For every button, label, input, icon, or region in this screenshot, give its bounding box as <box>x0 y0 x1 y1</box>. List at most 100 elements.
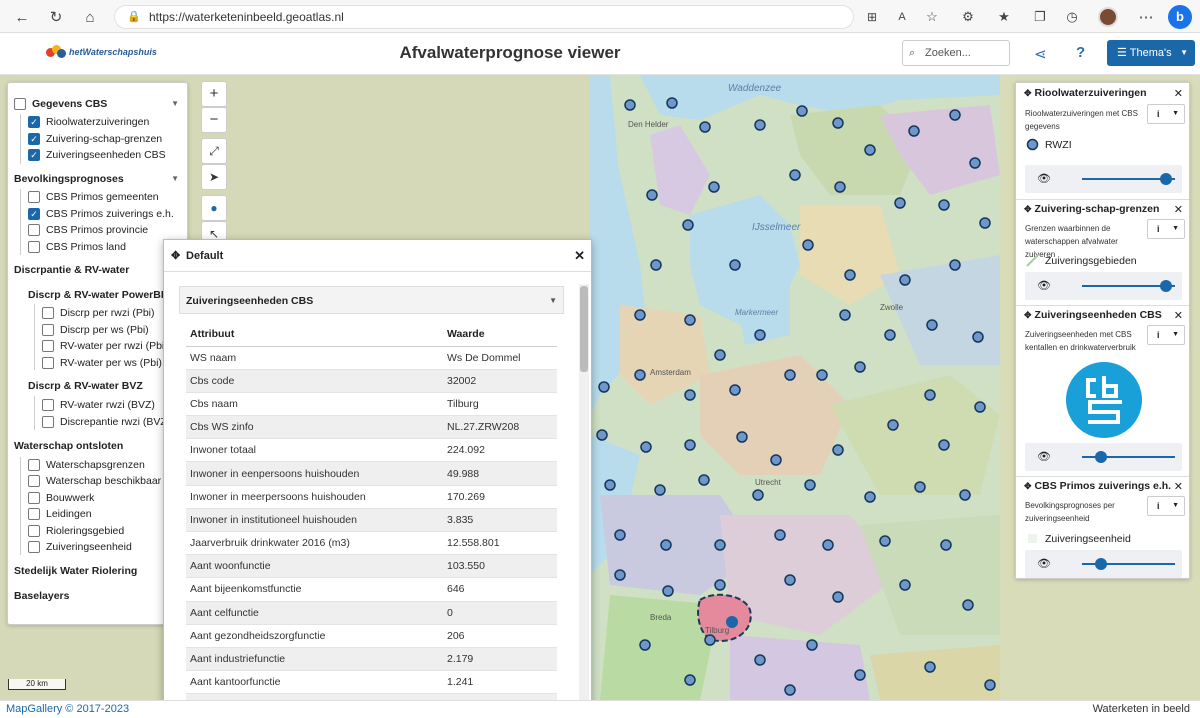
layer-item-rioolwaterzuiveringen[interactable]: ✓ Rioolwaterzuiveringen <box>28 114 149 130</box>
checkbox[interactable] <box>14 98 26 110</box>
opacity-slider-cbs-primos[interactable]: 👁 <box>1025 550 1182 578</box>
info-dropdown[interactable]: i ▼ <box>1147 496 1185 516</box>
checkbox-checked[interactable]: ✓ <box>28 116 40 128</box>
slider-knob[interactable] <box>1159 280 1172 292</box>
opacity-slider-zuivering-schap[interactable]: 👁 <box>1025 272 1182 300</box>
footer-copyright-link[interactable]: MapGallery © 2017-2023 <box>6 701 129 718</box>
share-icon[interactable]: ⋖ <box>1034 45 1047 63</box>
checkbox[interactable] <box>42 307 54 319</box>
address-bar[interactable]: 🔒 https://waterketeninbeeld.geoatlas.nl <box>114 5 854 29</box>
checkbox[interactable] <box>42 340 54 352</box>
caret-down-icon[interactable]: ▼ <box>171 174 179 183</box>
layer-item-waterschap-beschikbaar[interactable]: Waterschap beschikbaar <box>28 473 161 489</box>
info-dropdown[interactable]: i ▼ <box>1147 325 1185 345</box>
caret-down-icon[interactable]: ▼ <box>171 99 179 108</box>
close-icon[interactable]: ✕ <box>1174 87 1183 100</box>
extensions-icon[interactable]: ⚙ <box>958 7 978 27</box>
bing-icon[interactable]: b <box>1168 5 1192 29</box>
checkbox[interactable] <box>28 525 40 537</box>
history-icon[interactable]: ◷ <box>1062 7 1082 27</box>
zoom-in-button[interactable]: + <box>201 81 227 107</box>
layer-item-discrp-rwzi-pbi[interactable]: Discrp per rwzi (Pbi) <box>42 305 155 321</box>
layer-group-powerbi[interactable]: Discrp & RV-water PowerBI <box>28 287 164 303</box>
checkbox[interactable] <box>42 357 54 369</box>
checkbox[interactable] <box>28 475 40 487</box>
move-icon[interactable]: ✥ <box>1024 481 1032 491</box>
popup-section-header[interactable]: Zuiveringseenheden CBS ▼ <box>179 286 564 314</box>
eye-icon[interactable]: 👁 <box>1037 557 1051 570</box>
back-icon[interactable]: ← <box>12 7 32 27</box>
info-dropdown[interactable]: i ▼ <box>1147 104 1185 124</box>
opacity-slider-rioolwaterzuiveringen[interactable]: 👁 <box>1025 165 1182 193</box>
layer-item-rv-water-rwzi-pbi[interactable]: RV-water per rwzi (Pbi) <box>42 338 168 354</box>
home-icon[interactable]: ⌂ <box>80 7 100 27</box>
layer-group-waterschap[interactable]: Waterschap ontsloten <box>14 438 123 454</box>
checkbox[interactable] <box>28 541 40 553</box>
layer-group-bvz[interactable]: Discrp & RV-water BVZ <box>28 378 143 394</box>
checkbox[interactable] <box>42 399 54 411</box>
layer-item-zuivering-schap-grenzen[interactable]: ✓ Zuivering-schap-grenzen <box>28 131 162 147</box>
popup-scrollbar[interactable] <box>579 284 589 714</box>
checkbox[interactable] <box>28 241 40 253</box>
scrollbar-thumb[interactable] <box>580 286 588 372</box>
layer-item-waterschapsgrenzen[interactable]: Waterschapsgrenzen <box>28 457 145 473</box>
layer-item-rv-water-ws-pbi[interactable]: RV-water per ws (Pbi) <box>42 355 162 371</box>
layer-item-rioleringsgebied[interactable]: Rioleringsgebied <box>28 523 124 539</box>
checkbox-checked[interactable]: ✓ <box>28 133 40 145</box>
close-icon[interactable]: ✕ <box>574 240 585 272</box>
favorites-icon[interactable]: ★ <box>994 7 1014 27</box>
themas-button[interactable]: ☰ Thema's ▼ <box>1107 40 1195 66</box>
checkbox[interactable] <box>28 492 40 504</box>
layer-item-zuiveringseenheid[interactable]: Zuiveringseenheid <box>28 539 132 555</box>
layer-item-discrp-ws-pbi[interactable]: Discrp per ws (Pbi) <box>42 322 149 338</box>
info-dropdown[interactable]: i ▼ <box>1147 219 1185 239</box>
locate-button[interactable]: ➤ <box>201 164 227 190</box>
layer-item-leidingen[interactable]: Leidingen <box>28 506 92 522</box>
layer-item-bouwwerk[interactable]: Bouwwerk <box>28 490 94 506</box>
search-input[interactable]: ⌕ Zoeken... <box>902 40 1010 66</box>
marker-button[interactable]: ● <box>201 195 227 221</box>
layer-item-zuiveringseenheden-cbs[interactable]: ✓ Zuiveringseenheden CBS <box>28 147 166 163</box>
legend-title-zuivering-schap-grenzen[interactable]: ✥ Zuivering-schap-grenzen <box>1024 203 1159 215</box>
checkbox[interactable] <box>28 508 40 520</box>
checkbox-checked[interactable]: ✓ <box>28 149 40 161</box>
layer-group-baselayers[interactable]: Baselayers <box>14 588 69 604</box>
move-icon[interactable]: ✥ <box>1024 310 1032 320</box>
eye-icon[interactable]: 👁 <box>1037 172 1051 185</box>
eye-icon[interactable]: 👁 <box>1037 450 1051 463</box>
slider-knob[interactable] <box>1094 451 1107 463</box>
help-icon[interactable]: ? <box>1076 44 1085 61</box>
full-extent-button[interactable]: ⤢ <box>201 138 227 164</box>
layer-item-cbs-primos-provincie[interactable]: CBS Primos provincie <box>28 222 148 238</box>
checkbox-checked[interactable]: ✓ <box>28 208 40 220</box>
eye-icon[interactable]: 👁 <box>1037 279 1051 292</box>
move-icon[interactable]: ✥ <box>1024 204 1032 214</box>
checkbox[interactable] <box>42 416 54 428</box>
checkbox[interactable] <box>42 324 54 336</box>
popup-header[interactable]: ✥ Default ✕ <box>164 240 591 272</box>
layer-group-discrpantie[interactable]: Discrpantie & RV-water <box>14 262 129 278</box>
slider-knob[interactable] <box>1159 173 1172 185</box>
more-icon[interactable]: ⋯ <box>1136 7 1156 27</box>
move-icon[interactable]: ✥ <box>171 240 180 272</box>
layer-group-stedelijk-water[interactable]: Stedelijk Water Riolering <box>14 563 137 579</box>
apps-icon[interactable]: ⊞ <box>862 7 882 27</box>
close-icon[interactable]: ✕ <box>1174 480 1183 493</box>
close-icon[interactable]: ✕ <box>1174 203 1183 216</box>
reload-icon[interactable]: ↻ <box>46 7 66 27</box>
checkbox[interactable] <box>28 224 40 236</box>
profile-avatar[interactable] <box>1098 7 1118 27</box>
zoom-out-button[interactable]: − <box>201 107 227 133</box>
layer-item-cbs-primos-gemeenten[interactable]: CBS Primos gemeenten <box>28 189 159 205</box>
checkbox[interactable] <box>28 459 40 471</box>
close-icon[interactable]: ✕ <box>1174 309 1183 322</box>
opacity-slider-zuiveringseenheden[interactable]: 👁 <box>1025 443 1182 471</box>
legend-title-zuiveringseenheden-cbs[interactable]: ✥ Zuiveringseenheden CBS <box>1024 309 1162 321</box>
move-icon[interactable]: ✥ <box>1024 88 1032 98</box>
read-aloud-icon[interactable]: A <box>892 7 912 27</box>
slider-knob[interactable] <box>1094 558 1107 570</box>
collections-icon[interactable]: ❐ <box>1030 7 1050 27</box>
layer-item-cbs-primos-land[interactable]: CBS Primos land <box>28 239 126 255</box>
layer-item-discrepantie-rwzi-bvz[interactable]: Discrepantie rwzi (BVZ) <box>42 414 170 430</box>
layer-item-cbs-primos-zuiverings[interactable]: ✓ CBS Primos zuiverings e.h. <box>28 206 174 222</box>
